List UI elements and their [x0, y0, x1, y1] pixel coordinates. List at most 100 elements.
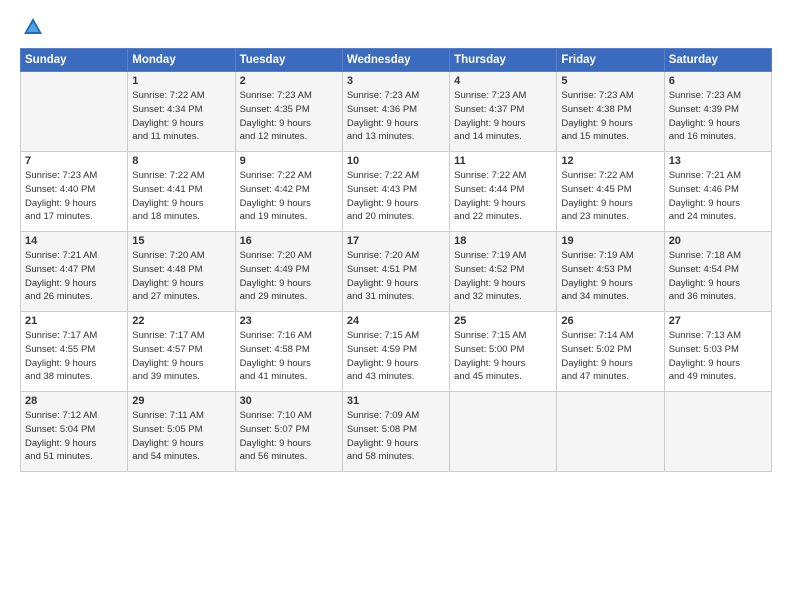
day-header-thursday: Thursday	[450, 49, 557, 72]
day-number: 15	[132, 235, 230, 247]
day-header-monday: Monday	[128, 49, 235, 72]
cell-content: Sunrise: 7:23 AM Sunset: 4:37 PM Dayligh…	[454, 89, 552, 144]
cell-content: Sunrise: 7:17 AM Sunset: 4:57 PM Dayligh…	[132, 329, 230, 384]
calendar-cell: 29 Sunrise: 7:11 AM Sunset: 5:05 PM Dayli…	[128, 392, 235, 472]
day-number: 16	[240, 235, 338, 247]
cell-content: Sunrise: 7:20 AM Sunset: 4:49 PM Dayligh…	[240, 249, 338, 304]
day-header-saturday: Saturday	[664, 49, 771, 72]
calendar-cell: 19 Sunrise: 7:19 AM Sunset: 4:53 PM Dayli…	[557, 232, 664, 312]
calendar-cell: 20 Sunrise: 7:18 AM Sunset: 4:54 PM Dayli…	[664, 232, 771, 312]
cell-content: Sunrise: 7:23 AM Sunset: 4:36 PM Dayligh…	[347, 89, 445, 144]
calendar-cell	[450, 392, 557, 472]
calendar-cell: 22 Sunrise: 7:17 AM Sunset: 4:57 PM Dayli…	[128, 312, 235, 392]
day-number: 10	[347, 155, 445, 167]
logo-icon	[22, 16, 44, 38]
calendar-cell: 23 Sunrise: 7:16 AM Sunset: 4:58 PM Dayli…	[235, 312, 342, 392]
day-header-tuesday: Tuesday	[235, 49, 342, 72]
calendar-cell: 14 Sunrise: 7:21 AM Sunset: 4:47 PM Dayli…	[21, 232, 128, 312]
day-number: 31	[347, 395, 445, 407]
day-number: 6	[669, 75, 767, 87]
cell-content: Sunrise: 7:22 AM Sunset: 4:43 PM Dayligh…	[347, 169, 445, 224]
calendar-cell: 7 Sunrise: 7:23 AM Sunset: 4:40 PM Daylig…	[21, 152, 128, 232]
cell-content: Sunrise: 7:23 AM Sunset: 4:35 PM Dayligh…	[240, 89, 338, 144]
cell-content: Sunrise: 7:18 AM Sunset: 4:54 PM Dayligh…	[669, 249, 767, 304]
calendar-week-row: 1Sunrise: 7:22 AM Sunset: 4:34 PM Daylig…	[21, 72, 772, 152]
day-number: 27	[669, 315, 767, 327]
day-number: 8	[132, 155, 230, 167]
cell-content: Sunrise: 7:13 AM Sunset: 5:03 PM Dayligh…	[669, 329, 767, 384]
calendar-cell	[557, 392, 664, 472]
calendar-cell: 28 Sunrise: 7:12 AM Sunset: 5:04 PM Dayli…	[21, 392, 128, 472]
cell-content: Sunrise: 7:22 AM Sunset: 4:42 PM Dayligh…	[240, 169, 338, 224]
calendar-cell: 17 Sunrise: 7:20 AM Sunset: 4:51 PM Dayli…	[342, 232, 449, 312]
calendar-cell: 11 Sunrise: 7:22 AM Sunset: 4:44 PM Dayli…	[450, 152, 557, 232]
day-number: 28	[25, 395, 123, 407]
day-number: 9	[240, 155, 338, 167]
cell-content: Sunrise: 7:15 AM Sunset: 4:59 PM Dayligh…	[347, 329, 445, 384]
day-header-friday: Friday	[557, 49, 664, 72]
calendar-cell: 25Sunrise: 7:15 AM Sunset: 5:00 PM Dayli…	[450, 312, 557, 392]
calendar-cell: 18 Sunrise: 7:19 AM Sunset: 4:52 PM Dayli…	[450, 232, 557, 312]
cell-content: Sunrise: 7:16 AM Sunset: 4:58 PM Dayligh…	[240, 329, 338, 384]
cell-content: Sunrise: 7:17 AM Sunset: 4:55 PM Dayligh…	[25, 329, 123, 384]
day-number: 18	[454, 235, 552, 247]
day-header-sunday: Sunday	[21, 49, 128, 72]
calendar-cell: 26Sunrise: 7:14 AM Sunset: 5:02 PM Dayli…	[557, 312, 664, 392]
day-number: 19	[561, 235, 659, 247]
calendar-cell: 15 Sunrise: 7:20 AM Sunset: 4:48 PM Dayli…	[128, 232, 235, 312]
calendar-cell	[21, 72, 128, 152]
cell-content: Sunrise: 7:09 AM Sunset: 5:08 PM Dayligh…	[347, 409, 445, 464]
calendar-page: SundayMondayTuesdayWednesdayThursdayFrid…	[0, 0, 792, 612]
cell-content: Sunrise: 7:10 AM Sunset: 5:07 PM Dayligh…	[240, 409, 338, 464]
day-header-wednesday: Wednesday	[342, 49, 449, 72]
cell-content: Sunrise: 7:23 AM Sunset: 4:39 PM Dayligh…	[669, 89, 767, 144]
calendar-cell: 4 Sunrise: 7:23 AM Sunset: 4:37 PM Daylig…	[450, 72, 557, 152]
calendar-cell: 5Sunrise: 7:23 AM Sunset: 4:38 PM Daylig…	[557, 72, 664, 152]
day-number: 20	[669, 235, 767, 247]
cell-content: Sunrise: 7:20 AM Sunset: 4:51 PM Dayligh…	[347, 249, 445, 304]
day-number: 7	[25, 155, 123, 167]
cell-content: Sunrise: 7:23 AM Sunset: 4:40 PM Dayligh…	[25, 169, 123, 224]
cell-content: Sunrise: 7:12 AM Sunset: 5:04 PM Dayligh…	[25, 409, 123, 464]
cell-content: Sunrise: 7:21 AM Sunset: 4:47 PM Dayligh…	[25, 249, 123, 304]
day-number: 13	[669, 155, 767, 167]
day-number: 29	[132, 395, 230, 407]
calendar-cell: 21 Sunrise: 7:17 AM Sunset: 4:55 PM Dayli…	[21, 312, 128, 392]
cell-content: Sunrise: 7:11 AM Sunset: 5:05 PM Dayligh…	[132, 409, 230, 464]
day-number: 12	[561, 155, 659, 167]
cell-content: Sunrise: 7:15 AM Sunset: 5:00 PM Dayligh…	[454, 329, 552, 384]
cell-content: Sunrise: 7:19 AM Sunset: 4:53 PM Dayligh…	[561, 249, 659, 304]
day-number: 21	[25, 315, 123, 327]
calendar-cell: 16 Sunrise: 7:20 AM Sunset: 4:49 PM Dayli…	[235, 232, 342, 312]
logo	[20, 16, 44, 38]
calendar-week-row: 21 Sunrise: 7:17 AM Sunset: 4:55 PM Dayli…	[21, 312, 772, 392]
day-number: 11	[454, 155, 552, 167]
cell-content: Sunrise: 7:19 AM Sunset: 4:52 PM Dayligh…	[454, 249, 552, 304]
day-number: 14	[25, 235, 123, 247]
calendar-cell: 12 Sunrise: 7:22 AM Sunset: 4:45 PM Dayli…	[557, 152, 664, 232]
calendar-cell: 1Sunrise: 7:22 AM Sunset: 4:34 PM Daylig…	[128, 72, 235, 152]
day-number: 1	[132, 75, 230, 87]
cell-content: Sunrise: 7:20 AM Sunset: 4:48 PM Dayligh…	[132, 249, 230, 304]
cell-content: Sunrise: 7:21 AM Sunset: 4:46 PM Dayligh…	[669, 169, 767, 224]
cell-content: Sunrise: 7:22 AM Sunset: 4:41 PM Dayligh…	[132, 169, 230, 224]
calendar-cell: 2Sunrise: 7:23 AM Sunset: 4:35 PM Daylig…	[235, 72, 342, 152]
calendar-cell: 31 Sunrise: 7:09 AM Sunset: 5:08 PM Dayli…	[342, 392, 449, 472]
calendar-header-row: SundayMondayTuesdayWednesdayThursdayFrid…	[21, 49, 772, 72]
calendar-cell: 8 Sunrise: 7:22 AM Sunset: 4:41 PM Daylig…	[128, 152, 235, 232]
calendar-cell	[664, 392, 771, 472]
cell-content: Sunrise: 7:14 AM Sunset: 5:02 PM Dayligh…	[561, 329, 659, 384]
day-number: 5	[561, 75, 659, 87]
day-number: 4	[454, 75, 552, 87]
cell-content: Sunrise: 7:22 AM Sunset: 4:45 PM Dayligh…	[561, 169, 659, 224]
calendar-cell: 9 Sunrise: 7:22 AM Sunset: 4:42 PM Daylig…	[235, 152, 342, 232]
day-number: 24	[347, 315, 445, 327]
cell-content: Sunrise: 7:22 AM Sunset: 4:44 PM Dayligh…	[454, 169, 552, 224]
calendar-week-row: 7 Sunrise: 7:23 AM Sunset: 4:40 PM Daylig…	[21, 152, 772, 232]
day-number: 22	[132, 315, 230, 327]
header	[20, 16, 772, 38]
calendar-week-row: 14 Sunrise: 7:21 AM Sunset: 4:47 PM Dayli…	[21, 232, 772, 312]
calendar-table: SundayMondayTuesdayWednesdayThursdayFrid…	[20, 48, 772, 472]
day-number: 23	[240, 315, 338, 327]
day-number: 17	[347, 235, 445, 247]
